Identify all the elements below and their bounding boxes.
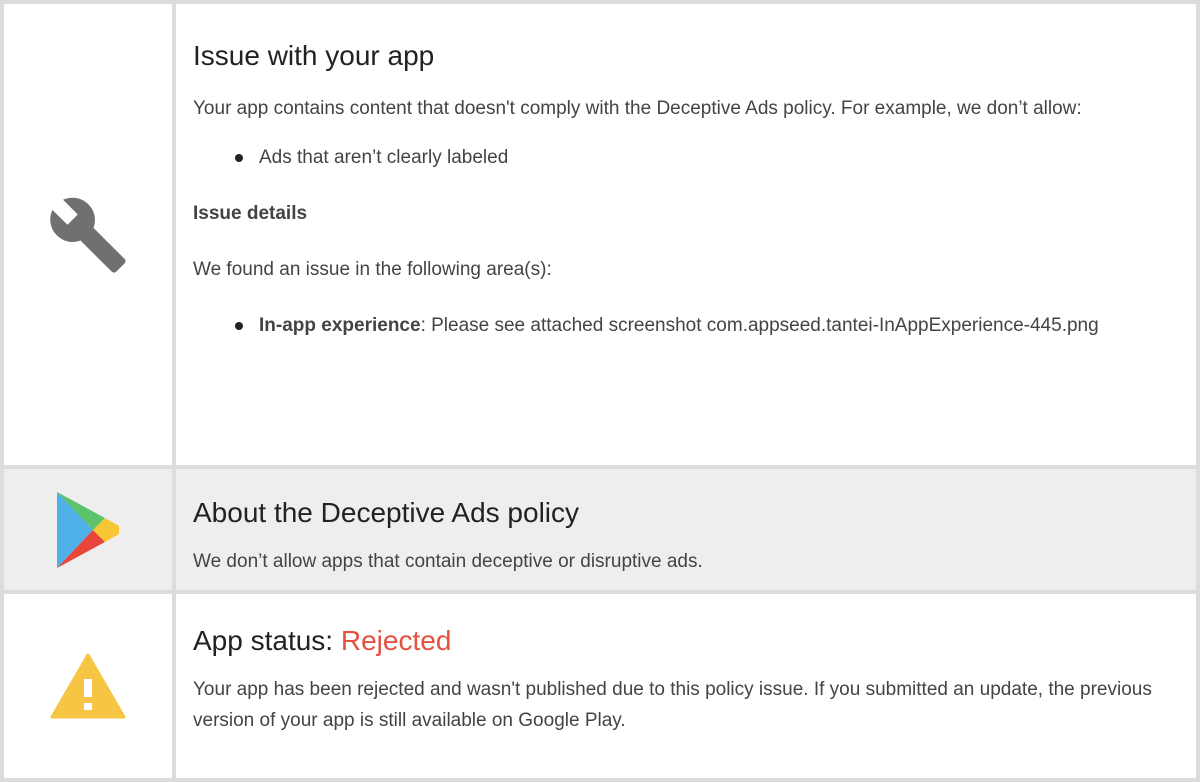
policy-content: About the Deceptive Ads policy We don’t … — [176, 469, 1196, 590]
issue-found-text: We found an issue in the following area(… — [193, 259, 552, 280]
issue-intro: Your app contains content that doesn't c… — [193, 98, 1082, 119]
wrench-icon — [50, 197, 126, 273]
status-icon-cell — [4, 594, 176, 778]
area-text: : Please see attached screenshot com.app… — [420, 315, 1099, 336]
status-title: App status: Rejected — [193, 624, 1176, 658]
status-label: App status: — [193, 625, 341, 656]
status-description: Your app has been rejected and wasn't pu… — [193, 679, 1152, 731]
area-label: In-app experience — [259, 315, 421, 336]
policy-title: About the Deceptive Ads policy — [193, 497, 580, 528]
examples-list: Ads that aren’t clearly labeled — [193, 142, 1176, 173]
issue-section: Issue with your app Your app contains co… — [4, 4, 1196, 465]
policy-icon-cell — [4, 469, 176, 590]
policy-description: We don’t allow apps that contain decepti… — [193, 551, 703, 572]
areas-list: In-app experience: Please see attached s… — [193, 310, 1176, 341]
list-item: In-app experience: Please see attached s… — [235, 310, 1176, 341]
policy-notice-card: Issue with your app Your app contains co… — [0, 0, 1200, 782]
issue-icon-cell — [4, 4, 176, 465]
issue-details-heading: Issue details — [193, 203, 308, 224]
policy-section: About the Deceptive Ads policy We don’t … — [4, 465, 1196, 594]
list-item: Ads that aren’t clearly labeled — [235, 142, 1176, 173]
status-section: App status: Rejected Your app has been r… — [4, 594, 1196, 778]
google-play-icon — [57, 491, 119, 568]
issue-content: Issue with your app Your app contains co… — [176, 4, 1196, 465]
warning-icon — [50, 653, 126, 719]
status-content: App status: Rejected Your app has been r… — [176, 594, 1196, 778]
status-value: Rejected — [340, 625, 452, 656]
issue-title: Issue with your app — [193, 40, 435, 71]
